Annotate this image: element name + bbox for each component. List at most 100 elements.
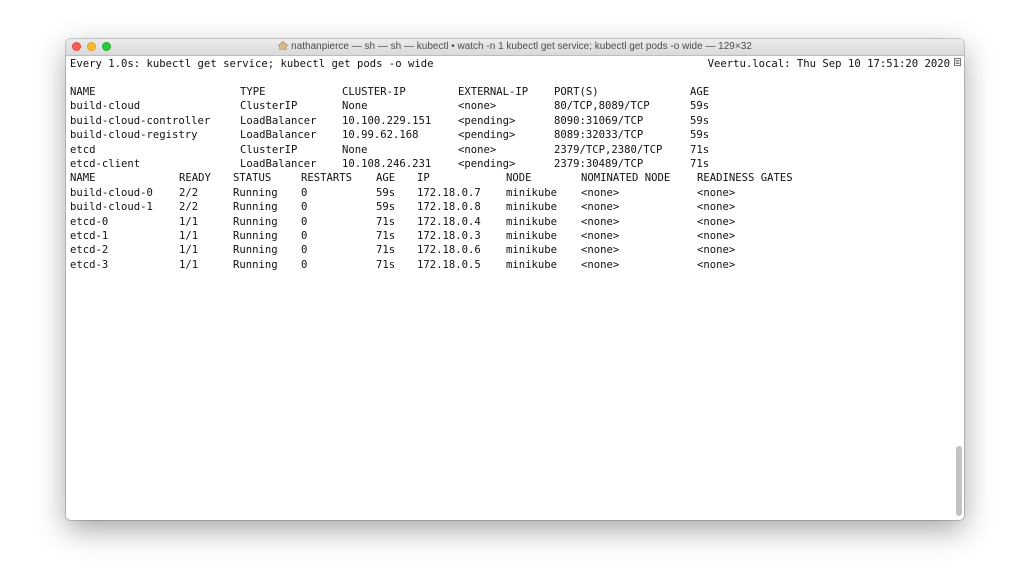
scrollbar-thumb[interactable] [956,446,962,516]
pod-cell: 59s [376,201,396,214]
pod-cell: NAME [70,172,96,185]
service-cell: 10.99.62.168 [342,129,419,142]
pod-cell: 71s [376,229,396,242]
service-cell: 2379/TCP,2380/TCP [554,143,663,156]
pod-cell: <none> [581,186,620,199]
pod-cell: 59s [376,186,396,199]
terminal-window: nathanpierce — sh — sh — kubectl • watch… [66,39,964,520]
pod-cell: NOMINATED NODE [581,172,671,185]
service-cell: <none> [458,143,497,156]
scrollbar[interactable] [952,56,964,520]
pod-cell: 172.18.0.4 [417,215,481,228]
service-cell: LoadBalancer [240,114,317,127]
pod-cell: Running [233,186,278,199]
pod-cell: Running [233,258,278,271]
pod-cell: 1/1 [179,215,199,228]
service-cell: 59s [690,129,710,142]
window-title-container: nathanpierce — sh — sh — kubectl • watch… [66,40,964,54]
service-cell: etcd [70,143,96,156]
service-cell: AGE [690,86,710,98]
pod-cell: RESTARTS [301,172,353,185]
service-cell: <pending> [458,157,516,170]
service-cell: 10.100.229.151 [342,114,432,127]
host-timestamp: Veertu.local: Thu Sep 10 17:51:20 2020 [707,58,950,70]
pod-cell: <none> [697,186,736,199]
pod-cell: 1/1 [179,229,199,242]
pod-cell: <none> [581,229,620,242]
pod-cell: NODE [506,172,532,185]
service-cell: TYPE [240,86,266,98]
service-cell: ClusterIP [240,143,298,156]
service-cell: 59s [690,100,710,113]
pod-cell: 0 [301,244,308,257]
service-cell: EXTERNAL-IP [458,86,529,98]
service-cell: build-cloud-controller [70,114,211,127]
pod-cell: Running [233,229,278,242]
terminal-content[interactable]: Every 1.0s: kubectl get service; kubectl… [66,56,964,520]
service-cell: None [342,143,368,156]
watch-command-header: Every 1.0s: kubectl get service; kubectl… [70,58,434,70]
pod-cell: etcd-3 [70,258,109,271]
home-folder-icon [278,41,289,50]
pod-cell: etcd-1 [70,229,109,242]
pod-cell: <none> [697,215,736,228]
window-title: nathanpierce — sh — sh — kubectl • watch… [291,41,752,52]
pod-cell: Running [233,244,278,257]
pod-cell: STATUS [233,172,272,185]
pod-cell: minikube [506,201,558,214]
pod-cell: minikube [506,215,558,228]
pod-cell: 2/2 [179,201,199,214]
service-cell: 8089:32033/TCP [554,129,644,142]
pod-cell: IP [417,172,430,185]
pod-cell: 172.18.0.5 [417,258,481,271]
pod-cell: <none> [581,244,620,257]
service-cell: 2379:30489/TCP [554,157,644,170]
service-cell: 59s [690,114,710,127]
pod-cell: 2/2 [179,186,199,199]
service-cell: 8090:31069/TCP [554,114,644,127]
service-cell: <pending> [458,114,516,127]
service-cell: ClusterIP [240,100,298,113]
pod-cell: minikube [506,186,558,199]
service-cell: <pending> [458,129,516,142]
pod-cell: minikube [506,244,558,257]
service-cell: build-cloud-registry [70,129,198,142]
service-cell: 71s [690,143,710,156]
pod-cell: 1/1 [179,258,199,271]
pod-cell: <none> [581,258,620,271]
service-cell: build-cloud [70,100,141,113]
pod-cell: 71s [376,215,396,228]
service-cell: CLUSTER-IP [342,86,406,98]
service-cell: NAME [70,86,96,98]
pod-cell: minikube [506,229,558,242]
pod-cell: build-cloud-0 [70,186,153,199]
pod-cell: 172.18.0.8 [417,201,481,214]
service-cell: 10.108.246.231 [342,157,432,170]
pod-cell: <none> [697,244,736,257]
service-cell: 80/TCP,8089/TCP [554,100,650,113]
pod-cell: 172.18.0.7 [417,186,481,199]
pod-cell: minikube [506,258,558,271]
service-cell: <none> [458,100,497,113]
pod-cell: READY [179,172,211,185]
pod-cell: 172.18.0.3 [417,229,481,242]
pod-cell: <none> [697,201,736,214]
service-cell: etcd-client [70,157,141,170]
service-cell: None [342,100,368,113]
title-bar[interactable]: nathanpierce — sh — sh — kubectl • watch… [66,39,964,56]
pod-cell: build-cloud-1 [70,201,153,214]
service-cell: 71s [690,157,710,170]
pod-cell: <none> [697,258,736,271]
pod-cell: 71s [376,244,396,257]
pod-cell: 0 [301,201,308,214]
pod-cell: 0 [301,186,308,199]
pod-cell: Running [233,201,278,214]
pod-cell: <none> [697,229,736,242]
pod-cell: etcd-0 [70,215,109,228]
service-cell: LoadBalancer [240,157,317,170]
pod-cell: 0 [301,258,308,271]
pod-cell: <none> [581,201,620,214]
pod-cell: 172.18.0.6 [417,244,481,257]
pod-cell: AGE [376,172,396,185]
service-cell: PORT(S) [554,86,599,98]
